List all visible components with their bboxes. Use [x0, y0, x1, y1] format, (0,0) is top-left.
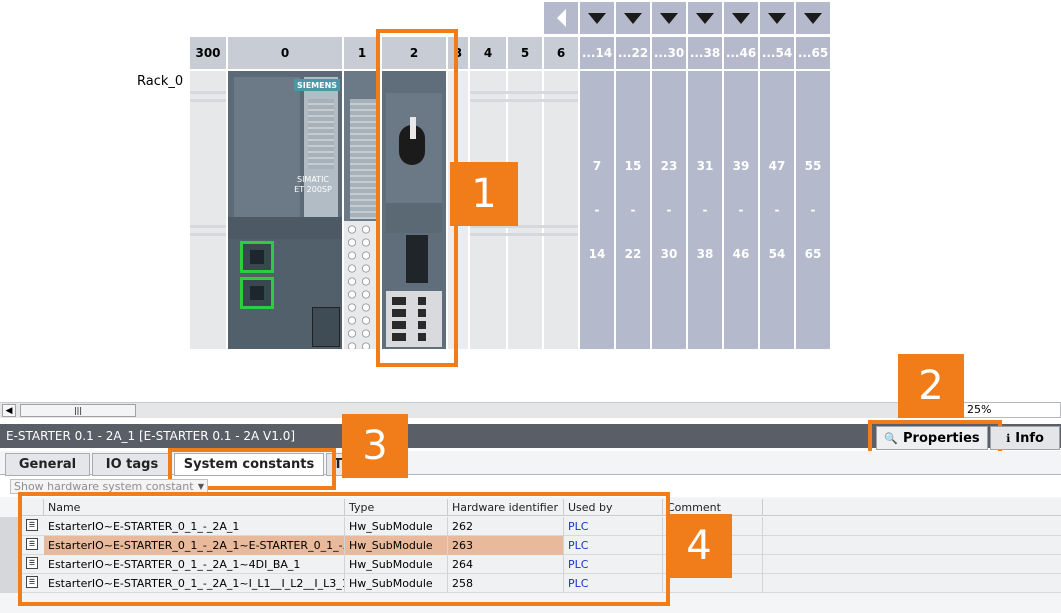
- range-header: ...54: [760, 37, 794, 69]
- expand-range-button[interactable]: [760, 2, 794, 34]
- range-from: 39: [732, 159, 750, 173]
- slot-header: 300: [190, 37, 226, 69]
- callout-2: 2: [898, 354, 964, 418]
- range-from: 23: [660, 159, 678, 173]
- range-to: 46: [732, 247, 750, 261]
- empty-slot-6[interactable]: [544, 71, 578, 349]
- triangle-down-icon: [660, 12, 678, 24]
- expand-range-button[interactable]: [652, 2, 686, 34]
- ethernet-port: [240, 241, 274, 273]
- highlight-table: [18, 492, 670, 606]
- expand-range-button[interactable]: [796, 2, 830, 34]
- chevron-down-icon: ▼: [197, 482, 204, 491]
- scroll-left-arrow-icon[interactable]: ◀: [2, 404, 16, 417]
- tab-general[interactable]: General: [5, 453, 90, 476]
- zoom-value: 25%: [967, 403, 992, 416]
- scroll-left-button[interactable]: [544, 2, 578, 34]
- callout-4: 4: [666, 514, 732, 578]
- et200sp-label: ET 200SP: [294, 185, 332, 194]
- range-header: ...38: [688, 37, 722, 69]
- horizontal-scrollbar[interactable]: ◀ |||: [0, 402, 960, 418]
- head-module[interactable]: SIEMENS SIMATIC ET 200SP: [228, 71, 342, 349]
- expand-range-button[interactable]: [616, 2, 650, 34]
- range-header: ...30: [652, 37, 686, 69]
- rack-label: Rack_0: [137, 74, 184, 89]
- range-to: 14: [588, 247, 606, 261]
- triangle-down-icon: [696, 12, 714, 24]
- triangle-down-icon: [768, 12, 786, 24]
- arrow-left-icon: [556, 9, 566, 27]
- slot-header: 1: [344, 37, 380, 69]
- range-from: 7: [592, 159, 602, 173]
- range-from: 15: [624, 159, 642, 173]
- io-module-slot-1[interactable]: [344, 71, 380, 349]
- slot-header: 5: [508, 37, 542, 69]
- col-header-blank: [763, 499, 1061, 516]
- info-icon: ℹ: [1006, 431, 1011, 445]
- range-sep: -: [702, 203, 708, 217]
- siemens-logo: SIEMENS: [294, 79, 340, 91]
- slot-header: 6: [544, 37, 578, 69]
- highlight-slot-2: [376, 29, 458, 367]
- range-to: 38: [696, 247, 714, 261]
- scroll-thumb[interactable]: |||: [20, 404, 136, 417]
- tab-io-tags[interactable]: IO tags: [92, 453, 172, 476]
- range-header: ...14: [580, 37, 614, 69]
- info-label: Info: [1015, 430, 1044, 446]
- range-to: 65: [804, 247, 822, 261]
- triangle-down-icon: [804, 12, 822, 24]
- empty-slot-300[interactable]: [190, 71, 226, 349]
- range-from: 55: [804, 159, 822, 173]
- slot-header: 0: [228, 37, 342, 69]
- range-to: 22: [624, 247, 642, 261]
- range-sep: -: [810, 203, 816, 217]
- expand-range-button[interactable]: [688, 2, 722, 34]
- ethernet-port: [240, 277, 274, 309]
- range-from: 47: [768, 159, 786, 173]
- info-button[interactable]: ℹ Info: [990, 426, 1060, 450]
- range-header: ...22: [616, 37, 650, 69]
- range-header: ...46: [724, 37, 758, 69]
- triangle-down-icon: [732, 12, 750, 24]
- zoom-field[interactable]: 25%: [960, 402, 1061, 418]
- range-sep: -: [738, 203, 744, 217]
- range-header: ...65: [796, 37, 830, 69]
- triangle-down-icon: [624, 12, 642, 24]
- simatic-label: SIMATIC: [296, 175, 330, 184]
- range-sep: -: [594, 203, 600, 217]
- range-sep: -: [774, 203, 780, 217]
- range-from: 31: [696, 159, 714, 173]
- inspector-title: E-STARTER 0.1 - 2A_1 [E-STARTER 0.1 - 2A…: [6, 429, 296, 443]
- expand-range-button[interactable]: [724, 2, 758, 34]
- callout-1: 1: [450, 162, 518, 226]
- range-to: 54: [768, 247, 786, 261]
- range-sep: -: [630, 203, 636, 217]
- triangle-down-icon: [588, 12, 606, 24]
- range-sep: -: [666, 203, 672, 217]
- callout-3: 3: [342, 414, 408, 478]
- expand-range-button[interactable]: [580, 2, 614, 34]
- slot-header: 4: [470, 37, 506, 69]
- rack-view: 300 0 1 2 3 4 5 6 ...14 ...22 ...30 ...3…: [0, 0, 1061, 400]
- range-to: 30: [660, 247, 678, 261]
